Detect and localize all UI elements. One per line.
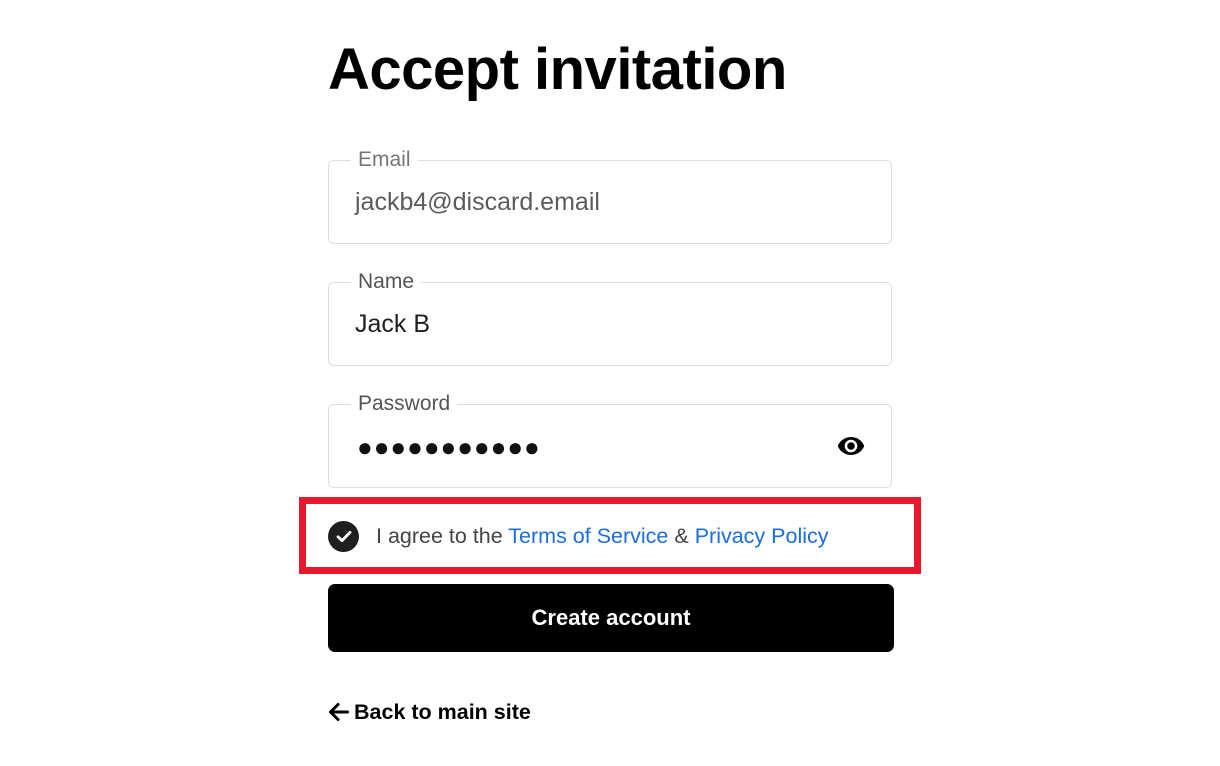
email-label: Email: [351, 147, 418, 173]
email-value[interactable]: jackb4@discard.email: [355, 187, 600, 217]
name-value[interactable]: Jack B: [355, 309, 430, 339]
password-value[interactable]: ●●●●●●●●●●●: [357, 432, 541, 462]
email-field[interactable]: Email jackb4@discard.email: [328, 147, 892, 244]
privacy-policy-link[interactable]: Privacy Policy: [695, 524, 829, 548]
password-field[interactable]: Password ●●●●●●●●●●●: [328, 391, 892, 488]
arrow-left-icon: [328, 702, 349, 722]
name-field[interactable]: Name Jack B: [328, 269, 892, 366]
agreement-text: I agree to the Terms of Service & Privac…: [376, 521, 829, 551]
eye-icon[interactable]: [837, 433, 865, 459]
password-label: Password: [351, 391, 458, 417]
page-title: Accept invitation: [328, 37, 787, 102]
back-to-main-site-link[interactable]: Back to main site: [328, 698, 531, 726]
accept-invitation-page: Accept invitation Email jackb4@discard.e…: [0, 0, 1220, 766]
terms-of-service-link[interactable]: Terms of Service: [508, 524, 668, 548]
agreement-prefix: I agree to the: [376, 524, 509, 548]
agree-checkbox[interactable]: [328, 520, 359, 552]
back-label: Back to main site: [354, 700, 531, 724]
name-label: Name: [351, 269, 422, 295]
checkmark-icon: [336, 530, 351, 542]
agreement-row: I agree to the Terms of Service & Privac…: [328, 520, 829, 552]
create-account-button[interactable]: Create account: [328, 584, 894, 652]
agreement-separator: &: [668, 524, 695, 548]
